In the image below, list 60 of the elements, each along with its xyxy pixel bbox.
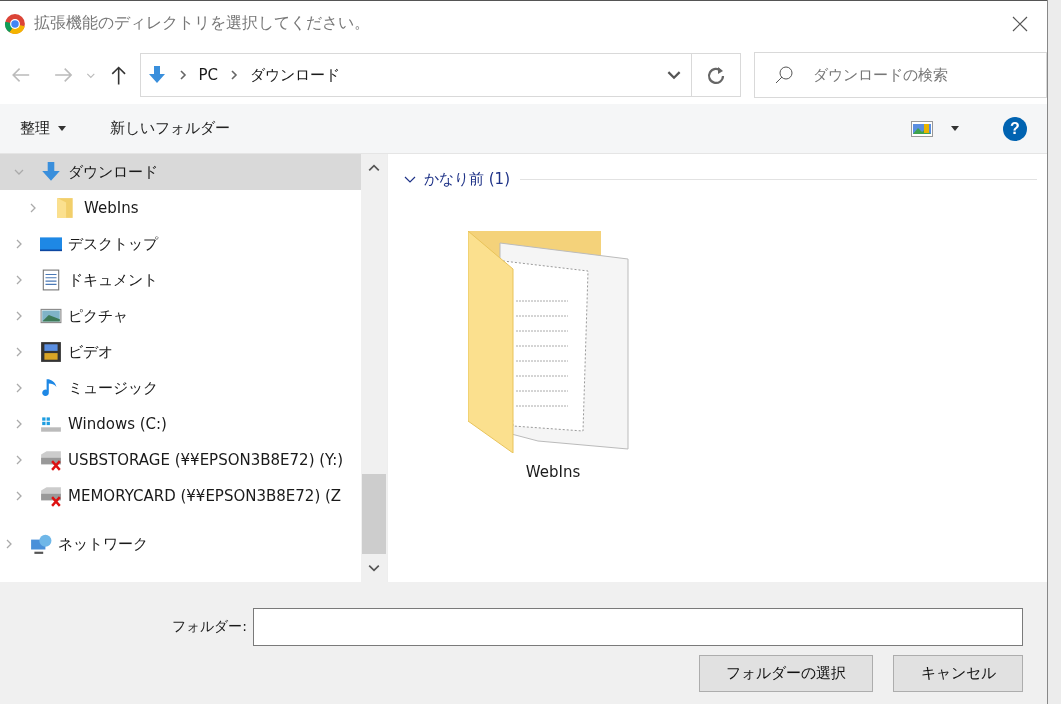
scrollbar-thumb[interactable]	[362, 474, 386, 554]
organize-menu[interactable]: 整理	[20, 119, 66, 138]
nav-tree-item[interactable]: WebIns	[0, 190, 361, 226]
help-button[interactable]: ?	[1003, 116, 1027, 141]
scroll-down-icon[interactable]	[368, 564, 380, 572]
cancel-button[interactable]: キャンセル	[893, 655, 1023, 692]
expand-chevron-icon[interactable]	[14, 275, 24, 285]
address-bar[interactable]: PC ダウンロード	[139, 53, 693, 97]
expand-chevron-icon[interactable]	[14, 419, 24, 429]
download-arrow-icon	[146, 65, 167, 85]
window-title: 拡張機能のディレクトリを選択してください。	[34, 13, 370, 34]
nav-tree-item[interactable]: MEMORYCARD (¥¥EPSON3B8E72) (Z	[0, 478, 361, 514]
refresh-button[interactable]	[692, 53, 741, 97]
nav-tree-item[interactable]: USBSTORAGE (¥¥EPSON3B8E72) (Y:)	[0, 442, 361, 478]
scrollbar[interactable]	[361, 154, 387, 582]
new-folder-button[interactable]: 新しいフォルダー	[110, 119, 230, 138]
nav-tree-item[interactable]: デスクトップ	[0, 226, 361, 262]
view-picture-icon[interactable]	[911, 120, 933, 137]
folder-name[interactable]: WebIns	[525, 463, 581, 481]
folder-icon	[54, 197, 76, 219]
film-icon	[40, 341, 62, 363]
expand-chevron-icon[interactable]	[14, 311, 24, 321]
close-icon[interactable]	[1012, 15, 1028, 32]
nav-tree-item[interactable]: ミュージック	[0, 370, 361, 406]
expand-chevron-icon[interactable]	[14, 491, 24, 501]
dropdown-chevron-icon[interactable]	[667, 70, 682, 80]
scroll-up-icon[interactable]	[368, 164, 380, 172]
folder-input-field[interactable]	[253, 608, 1023, 646]
download-arrow-icon	[40, 161, 62, 183]
group-header[interactable]: かなり前 (1)	[424, 170, 510, 189]
select-folder-button[interactable]: フォルダーの選択	[699, 655, 873, 692]
expand-chevron-icon[interactable]	[14, 347, 24, 357]
nav-tree-item[interactable]: ドキュメント	[0, 262, 361, 298]
folder-label: フォルダー:	[172, 618, 247, 636]
search-field[interactable]: ダウンロードの検索	[753, 52, 1047, 98]
view-dropdown-icon[interactable]	[951, 126, 959, 131]
breadcrumb[interactable]: PC	[198, 66, 219, 84]
expand-chevron-icon[interactable]	[14, 239, 24, 249]
nav-tree-item[interactable]: ピクチャ	[0, 298, 361, 334]
nav-tree-item[interactable]: ダウンロード	[0, 154, 361, 190]
nav-tree-item[interactable]: Windows (C:)	[0, 406, 361, 442]
nav-tree-item[interactable]: ネットワーク	[0, 526, 361, 562]
search-icon	[773, 65, 794, 85]
breadcrumb[interactable]: ダウンロード	[250, 65, 341, 85]
disconnected-drive-icon	[40, 485, 62, 507]
expand-chevron-icon[interactable]	[28, 203, 38, 213]
disconnected-drive-icon	[40, 449, 62, 471]
collapse-chevron-icon[interactable]	[404, 175, 416, 184]
document-icon	[40, 269, 62, 291]
caret-icon	[58, 126, 66, 131]
browser-logo-icon	[4, 12, 26, 35]
chevron-icon	[230, 70, 239, 80]
expand-chevron-icon[interactable]	[14, 383, 24, 393]
expand-chevron-icon[interactable]	[14, 455, 24, 465]
expand-chevron-icon[interactable]	[4, 539, 14, 549]
chevron-icon	[178, 70, 187, 80]
network-icon	[30, 533, 52, 555]
nav-tree-item[interactable]: ビデオ	[0, 334, 361, 370]
expand-chevron-icon[interactable]	[14, 167, 24, 177]
refresh-icon	[705, 65, 726, 85]
